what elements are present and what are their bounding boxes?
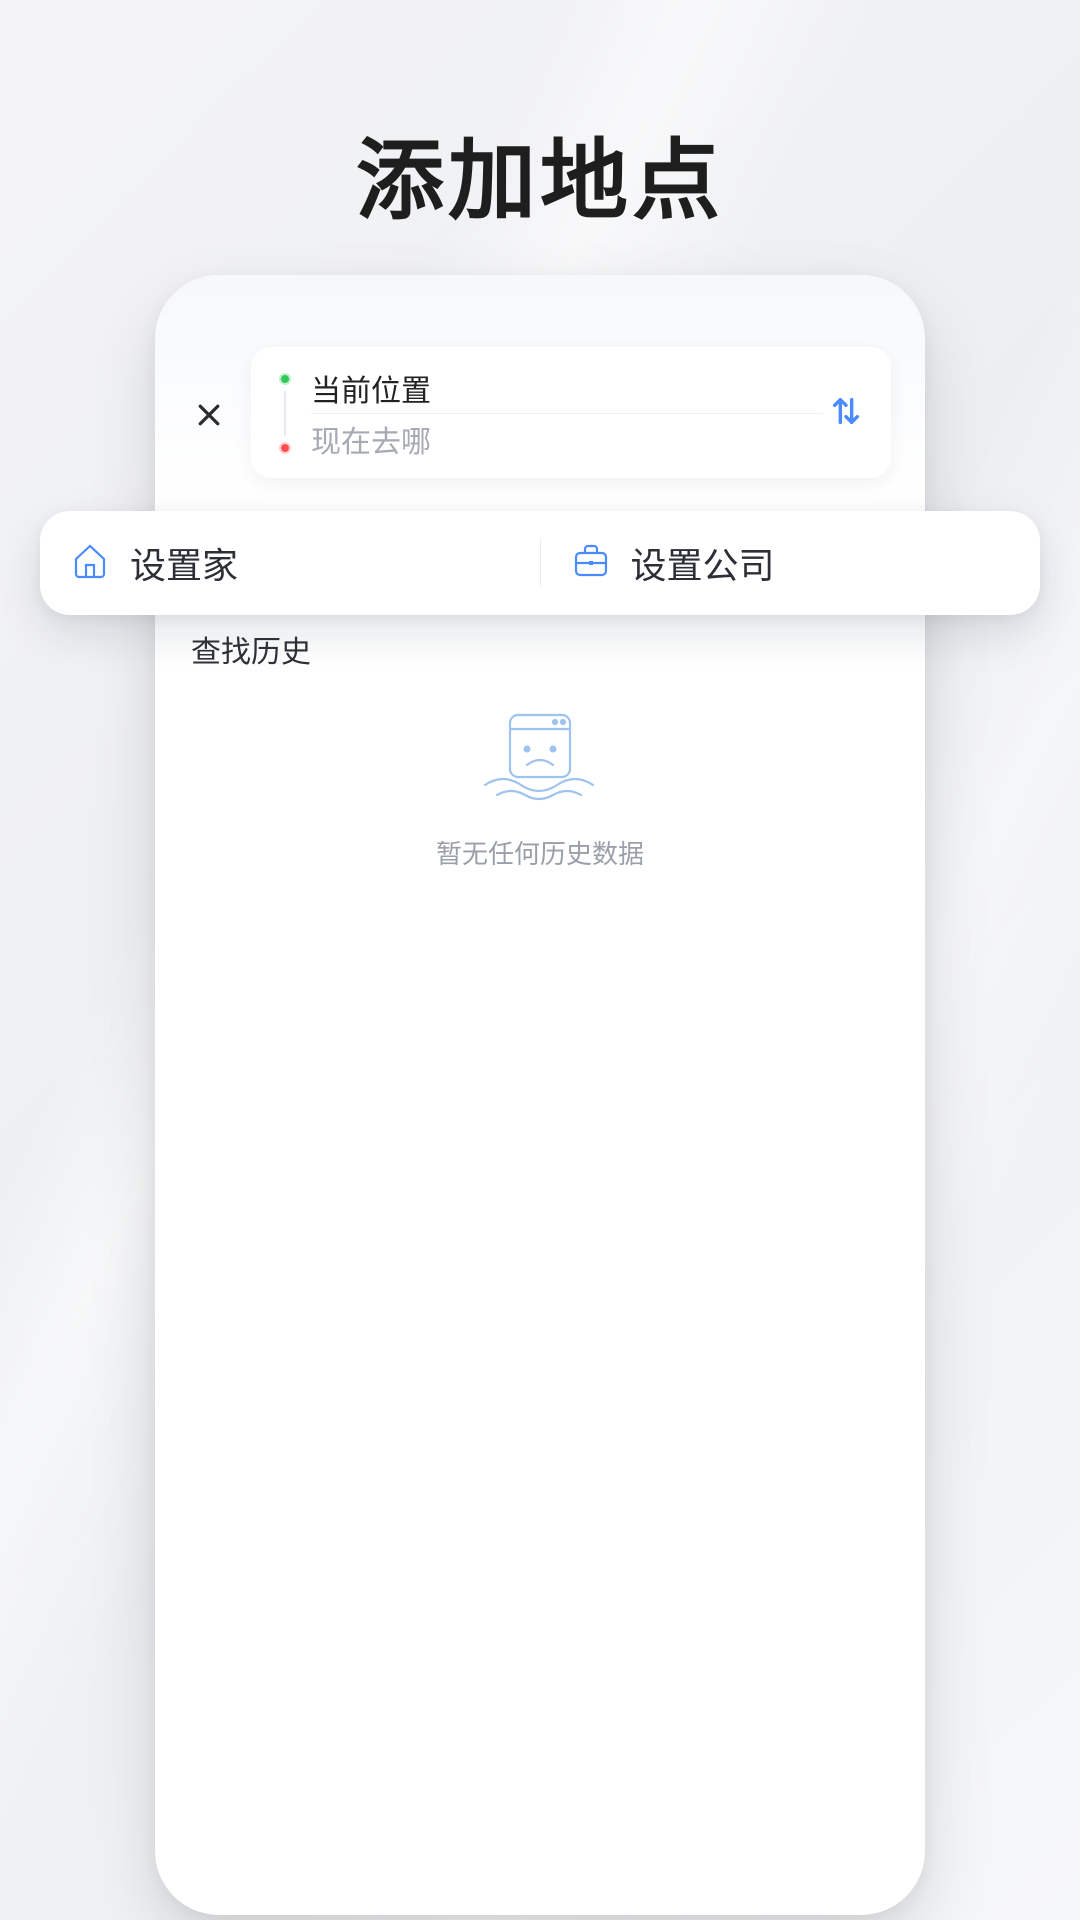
briefcase-icon xyxy=(569,537,613,590)
history-section: 查找历史 暂无任何历史数据 xyxy=(155,627,925,871)
quickset-card: 设置家 设置公司 xyxy=(40,511,1040,615)
set-work-label: 设置公司 xyxy=(631,537,775,589)
origin-dot-icon xyxy=(279,373,291,385)
route-search-row: 当前位置 现在去哪 xyxy=(155,347,925,478)
route-card: 当前位置 现在去哪 xyxy=(251,347,891,478)
route-dot-connector xyxy=(284,391,286,436)
close-icon xyxy=(194,400,224,435)
route-field-divider xyxy=(311,413,823,414)
set-home-label: 设置家 xyxy=(130,537,238,589)
route-dots xyxy=(273,365,297,462)
origin-field[interactable]: 当前位置 xyxy=(311,365,823,411)
home-icon xyxy=(68,537,112,590)
history-empty-text: 暂无任何历史数据 xyxy=(436,834,644,871)
destination-field[interactable]: 现在去哪 xyxy=(311,416,823,462)
destination-dot-icon xyxy=(279,442,291,454)
history-title: 查找历史 xyxy=(191,627,889,671)
swap-icon xyxy=(829,391,863,436)
empty-box-icon xyxy=(465,701,615,816)
close-button[interactable] xyxy=(189,347,229,478)
page-title: 添加地点 xyxy=(0,110,1080,237)
swap-route-button[interactable] xyxy=(823,365,869,462)
set-work-button[interactable]: 设置公司 xyxy=(541,537,1041,590)
history-empty-state: 暂无任何历史数据 xyxy=(191,701,889,871)
set-home-button[interactable]: 设置家 xyxy=(40,537,540,590)
